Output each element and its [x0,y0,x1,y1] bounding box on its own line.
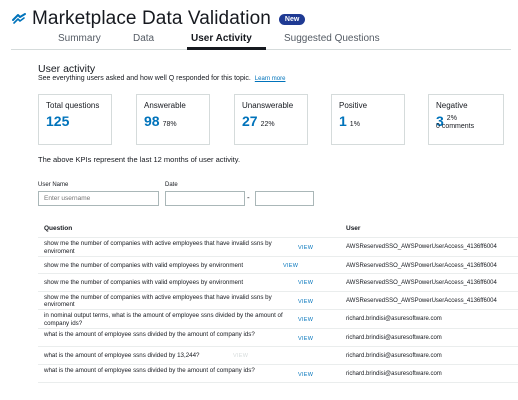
kpi-unanswerable: Unanswerable 27 22% [234,94,308,145]
view-link[interactable]: VIEW [298,372,313,378]
kpi-value: 27 22% [242,113,300,129]
new-badge: New [278,13,306,25]
kpi-label: Positive [339,101,368,110]
tab-data[interactable]: Data [133,33,154,44]
section-title: User activity [38,63,96,75]
active-tab-indicator [187,47,266,50]
date-end-input[interactable] [255,191,314,206]
view-link[interactable]: VIEW [298,299,313,305]
kpi-total-questions: Total questions 125 [38,94,112,145]
column-header-user: User [346,225,361,232]
table-row: what is the amount of employee ssns divi… [38,329,518,347]
kpi-positive: Positive 1 1% [331,94,405,145]
tab-user-activity[interactable]: User Activity [191,33,252,44]
table-row: show me the number of companies with act… [38,238,518,257]
column-header-question: Question [44,225,73,232]
table-row: in nominal output terms, what is the amo… [38,310,518,329]
page-title: Marketplace Data Validation [32,8,271,29]
kpi-number: 1 [339,113,347,129]
kpi-label: Negative [436,101,468,110]
view-link[interactable]: VIEW [298,317,313,323]
question-text: what is the amount of employee ssns divi… [44,330,255,338]
view-link[interactable]: VIEW [298,280,313,286]
kpi-number: 98 [144,113,160,129]
view-link[interactable]: VIEW [283,263,298,269]
user-text: richard.brindisi@asuresoftware.com [346,316,442,322]
question-text: show me the number of companies with act… [44,240,272,255]
user-name-label: User Name [38,182,69,188]
user-text: richard.brindisi@asuresoftware.com [346,334,442,341]
kpi-percent: 22% [260,121,275,128]
kpi-negative: Negative 3 2% 0 comments [428,94,504,145]
kpi-comments: 0 comments [436,123,475,130]
view-link[interactable]: VIEW [233,353,248,359]
topic-icon [11,11,27,27]
user-text: richard.brindisi@asuresoftware.com [346,353,442,359]
question-text: what is the amount of employee ssns divi… [44,352,200,359]
learn-more-link[interactable]: Learn more [255,76,286,82]
tab-suggested-questions[interactable]: Suggested Questions [284,33,380,44]
description-text: See everything users asked and how well … [38,75,251,82]
user-text: AWSReservedSSO_AWSPowerUserAccess_4136ff… [346,297,497,304]
kpi-number: 125 [46,113,70,129]
view-link[interactable]: VIEW [298,245,313,251]
table-header: Question User [38,221,518,238]
kpi-value: 125 [46,113,104,129]
question-text: in nominal output terms, what is the amo… [44,312,283,327]
table-row: what is the amount of employee ssns divi… [38,347,518,365]
table-row: show me the number of companies with val… [38,274,518,292]
kpi-value: 98 78% [144,113,202,129]
page-header: Marketplace Data Validation New [11,6,306,32]
kpi-percent: 1% [349,121,360,128]
kpi-label: Unanswerable [242,101,294,110]
table-row: show me the number of companies with val… [38,257,518,274]
table-row: what is the amount of employee ssns divi… [38,365,518,383]
question-text: show me the number of companies with val… [44,261,244,269]
user-name-input[interactable] [38,191,159,206]
section-description: See everything users asked and how well … [38,75,285,82]
kpi-percent: 2% [446,115,457,122]
table-row: show me the number of companies with act… [38,292,518,310]
questions-table: Question User show me the number of comp… [38,221,518,383]
kpi-value: 1 1% [339,113,397,129]
kpi-label: Total questions [46,101,100,110]
user-text: richard.brindisi@asuresoftware.com [346,370,442,377]
date-label: Date [165,182,178,188]
kpi-number: 27 [242,113,258,129]
date-separator: - [247,193,250,202]
tab-bar: Summary Data User Activity Suggested Que… [11,33,511,50]
question-text: show me the number of companies with act… [44,293,272,309]
kpi-note: The above KPIs represent the last 12 mon… [38,155,241,164]
user-text: AWSReservedSSO_AWSPowerUserAccess_4136ff… [346,244,497,250]
question-text: show me the number of companies with val… [44,279,244,286]
kpi-answerable: Answerable 98 78% [136,94,210,145]
tab-summary[interactable]: Summary [58,33,101,44]
kpi-percent: 78% [162,121,177,128]
date-start-input[interactable] [165,191,245,206]
kpi-label: Answerable [144,101,186,110]
user-text: AWSReservedSSO_AWSPowerUserAccess_4136ff… [346,262,497,269]
view-link[interactable]: VIEW [298,336,313,342]
user-text: AWSReservedSSO_AWSPowerUserAccess_4136ff… [346,280,497,286]
question-text: what is the amount of employee ssns divi… [44,366,255,374]
